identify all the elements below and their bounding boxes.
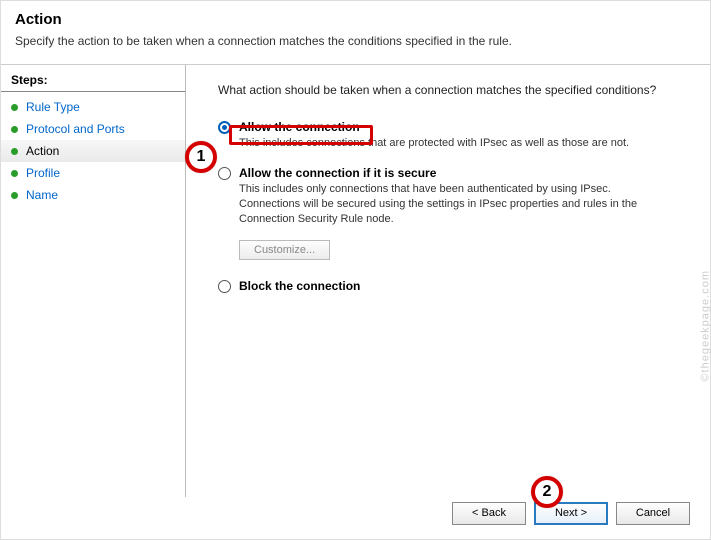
wizard-footer: < Back Next > Cancel (1, 495, 710, 539)
step-name[interactable]: Name (1, 184, 185, 206)
customize-button: Customize... (239, 240, 330, 260)
step-label: Action (26, 144, 59, 158)
step-label: Profile (26, 166, 60, 180)
step-label: Protocol and Ports (26, 122, 125, 136)
step-bullet-icon (11, 170, 18, 177)
page-title: Action (15, 11, 696, 28)
radio-allow-connection[interactable]: Allow the connection (218, 119, 684, 134)
step-rule-type[interactable]: Rule Type (1, 96, 185, 118)
radio-allow-if-secure[interactable]: Allow the connection if it is secure (218, 165, 684, 180)
step-protocol-and-ports[interactable]: Protocol and Ports (1, 118, 185, 140)
radio-desc: This includes only connections that have… (239, 182, 659, 227)
back-button[interactable]: < Back (452, 502, 526, 525)
radio-block-connection[interactable]: Block the connection (218, 278, 684, 293)
step-profile[interactable]: Profile (1, 162, 185, 184)
step-bullet-icon (11, 192, 18, 199)
radio-label: Allow the connection (239, 119, 360, 134)
step-label: Name (26, 188, 58, 202)
step-bullet-icon (11, 148, 18, 155)
radio-icon[interactable] (218, 167, 231, 180)
cancel-button[interactable]: Cancel (616, 502, 690, 525)
step-action[interactable]: Action (1, 140, 185, 162)
radio-label: Allow the connection if it is secure (239, 165, 436, 180)
step-bullet-icon (11, 104, 18, 111)
next-button[interactable]: Next > (534, 502, 608, 525)
action-question: What action should be taken when a conne… (218, 83, 684, 97)
radio-icon[interactable] (218, 280, 231, 293)
steps-heading: Steps: (1, 73, 185, 92)
radio-label: Block the connection (239, 278, 360, 293)
wizard-header: Action Specify the action to be taken wh… (1, 1, 710, 54)
step-bullet-icon (11, 126, 18, 133)
steps-sidebar: Steps: Rule Type Protocol and Ports Acti… (1, 65, 186, 497)
action-radio-group: Allow the connection This includes conne… (218, 119, 684, 293)
radio-icon[interactable] (218, 121, 231, 134)
step-label: Rule Type (26, 100, 80, 114)
main-panel: What action should be taken when a conne… (186, 65, 710, 497)
radio-desc: This includes connections that are prote… (239, 136, 659, 151)
page-subtitle: Specify the action to be taken when a co… (15, 34, 696, 48)
